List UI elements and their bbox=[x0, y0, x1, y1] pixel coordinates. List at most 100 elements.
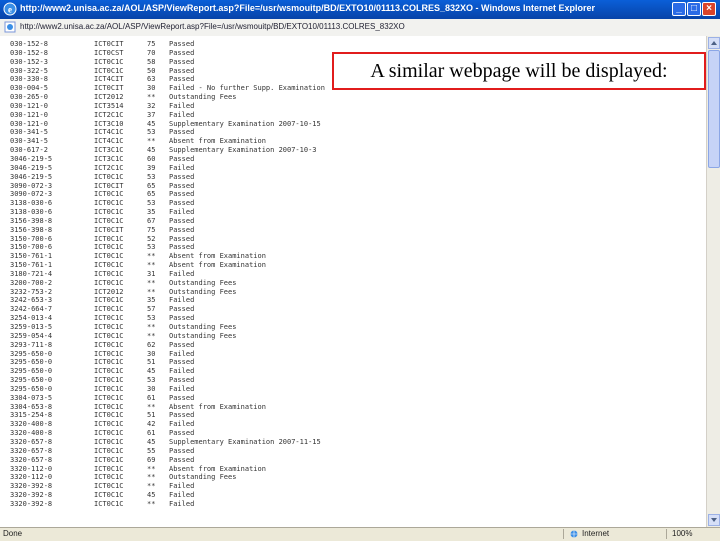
security-zone-label: Internet bbox=[582, 529, 610, 538]
student-number: 030-152-8 bbox=[10, 40, 48, 48]
vertical-scrollbar[interactable] bbox=[706, 36, 720, 527]
module-code: ICT0C1C bbox=[94, 411, 124, 420]
result-text: Outstanding Fees bbox=[169, 473, 237, 482]
result-text: Absent from Examination bbox=[169, 252, 266, 261]
result-text: Failed bbox=[169, 367, 195, 376]
mark-value: ** bbox=[147, 482, 156, 491]
student-number: 030-265-0 bbox=[10, 93, 48, 102]
mark-value: 53 bbox=[147, 128, 156, 137]
mark-value: 53 bbox=[147, 376, 156, 385]
mark-value: 30 bbox=[147, 84, 156, 93]
scroll-up-icon bbox=[711, 41, 717, 45]
mark-value: 60 bbox=[147, 154, 156, 163]
scroll-down-icon bbox=[711, 518, 717, 522]
mark-value: ** bbox=[147, 499, 156, 508]
module-code: ICT0C1C bbox=[94, 358, 124, 367]
result-text: Absent from Examination bbox=[169, 402, 266, 411]
maximize-button[interactable]: □ bbox=[687, 2, 701, 16]
student-number: 3320-657-8 bbox=[10, 446, 53, 455]
student-number: 030-121-0 bbox=[10, 110, 48, 119]
report-row: 3295-650-0 ICT0C1C 51 Passed bbox=[10, 358, 690, 367]
student-number: 3320-392-8 bbox=[10, 499, 53, 508]
module-code: ICT4CIT bbox=[94, 75, 124, 84]
student-number: 3150-761-1 bbox=[10, 252, 53, 261]
result-text: Supplementary Examination 2007-11-15 bbox=[169, 437, 321, 446]
module-code: ICT0CIT bbox=[94, 40, 124, 48]
module-code: ICT0C1C bbox=[94, 216, 124, 225]
report-row: 3315-254-8 ICT0C1C 51 Passed bbox=[10, 411, 690, 420]
mark-value: 32 bbox=[147, 101, 156, 110]
mark-value: 37 bbox=[147, 110, 156, 119]
student-number: 3254-013-4 bbox=[10, 314, 53, 323]
result-text: Failed bbox=[169, 208, 195, 217]
result-text: Passed bbox=[169, 40, 195, 48]
module-code: ICT0C1C bbox=[94, 57, 124, 66]
result-text: Failed bbox=[169, 491, 195, 500]
student-number: 3156-398-8 bbox=[10, 225, 53, 234]
result-text: Passed bbox=[169, 455, 195, 464]
mark-value: 69 bbox=[147, 455, 156, 464]
address-bar[interactable]: http://www2.unisa.ac.za/AOL/ASP/ViewRepo… bbox=[0, 19, 720, 37]
report-row: 030-265-0 ICT2012 ** Outstanding Fees bbox=[10, 93, 690, 102]
module-code: ICT0C1C bbox=[94, 491, 124, 500]
mark-value: 70 bbox=[147, 48, 156, 57]
student-number: 3090-072-3 bbox=[10, 190, 53, 199]
mark-value: 50 bbox=[147, 66, 156, 75]
module-code: ICT0C1C bbox=[94, 314, 124, 323]
result-text: Absent from Examination bbox=[169, 261, 266, 270]
minimize-button[interactable]: _ bbox=[672, 2, 686, 16]
mark-value: 57 bbox=[147, 305, 156, 314]
zoom-level[interactable]: 100% bbox=[672, 529, 692, 538]
report-row: 3242-664-7 ICT0C1C 57 Passed bbox=[10, 305, 690, 314]
result-text: Outstanding Fees bbox=[169, 323, 237, 331]
student-number: 3295-650-0 bbox=[10, 367, 53, 376]
report-row: 3046-219-5 ICT0C1C 53 Passed bbox=[10, 173, 690, 182]
report-row: 3320-392-8 ICT0C1C ** Failed bbox=[10, 500, 690, 509]
module-code: ICT0C1C bbox=[94, 323, 124, 331]
student-number: 030-341-5 bbox=[10, 137, 48, 146]
student-number: 030-617-2 bbox=[10, 146, 48, 155]
student-number: 3320-400-8 bbox=[10, 429, 53, 438]
report-row: 3046-219-5 ICT3C1C 60 Passed bbox=[10, 155, 690, 164]
close-button[interactable]: × bbox=[702, 2, 716, 16]
report-row: 3090-072-3 ICT0C1C 65 Passed bbox=[10, 190, 690, 199]
report-row: 3293-711-8 ICT0C1C 62 Passed bbox=[10, 341, 690, 350]
result-text: Failed bbox=[169, 110, 195, 119]
result-text: Failed bbox=[169, 269, 195, 278]
scroll-thumb[interactable] bbox=[708, 50, 720, 168]
student-number: 030-152-3 bbox=[10, 57, 48, 66]
report-row: 030-341-5 ICT4C1C ** Absent from Examinatio… bbox=[10, 137, 690, 146]
scroll-up-button[interactable] bbox=[708, 37, 720, 49]
report-row: 3259-054-4 ICT0C1C ** Outstanding Fees bbox=[10, 332, 690, 341]
student-number: 3156-398-8 bbox=[10, 216, 53, 225]
internet-explorer-icon: e bbox=[3, 2, 17, 16]
report-row: 3320-657-8 ICT0C1C 69 Passed bbox=[10, 456, 690, 465]
result-text: Passed bbox=[169, 199, 195, 208]
student-number: 3046-219-5 bbox=[10, 154, 53, 163]
result-text: Passed bbox=[169, 48, 195, 57]
result-text: Failed - No further Supp. Examination bbox=[169, 84, 325, 93]
report-row: 3242-653-3 ICT0C1C 35 Failed bbox=[10, 296, 690, 305]
results-report: 030-152-8 ICT0CIT 75 Passed 030-152-8 ICT0CST… bbox=[10, 40, 690, 509]
student-number: 3242-664-7 bbox=[10, 305, 53, 314]
mark-value: 55 bbox=[147, 446, 156, 455]
status-divider bbox=[563, 529, 564, 539]
report-row: 3295-650-0 ICT0C1C 30 Failed bbox=[10, 350, 690, 359]
student-number: 3295-650-0 bbox=[10, 349, 53, 358]
report-row: 3259-013-5 ICT0C1C ** Outstanding Fees bbox=[10, 323, 690, 332]
student-number: 3320-400-8 bbox=[10, 420, 53, 429]
student-number: 3320-657-8 bbox=[10, 455, 53, 464]
scroll-down-button[interactable] bbox=[708, 514, 720, 526]
result-text: Supplementary Examination 2007-10-15 bbox=[169, 119, 321, 128]
report-row: 3150-761-1 ICT0C1C ** Absent from Examinati… bbox=[10, 252, 690, 261]
report-row: 3200-700-2 ICT0C1C ** Outstanding Fees bbox=[10, 279, 690, 288]
address-url[interactable]: http://www2.unisa.ac.za/AOL/ASP/ViewRepo… bbox=[20, 22, 405, 31]
module-code: ICT0C1C bbox=[94, 402, 124, 411]
mark-value: 45 bbox=[147, 437, 156, 446]
result-text: Passed bbox=[169, 128, 195, 137]
report-row: 3138-030-6 ICT0C1C 35 Failed bbox=[10, 208, 690, 217]
report-row: 030-121-0 ICT3C10 45 Supplementary Examinat… bbox=[10, 120, 690, 129]
mark-value: 39 bbox=[147, 163, 156, 172]
module-code: ICT0C1C bbox=[94, 331, 124, 340]
result-text: Passed bbox=[169, 234, 195, 243]
